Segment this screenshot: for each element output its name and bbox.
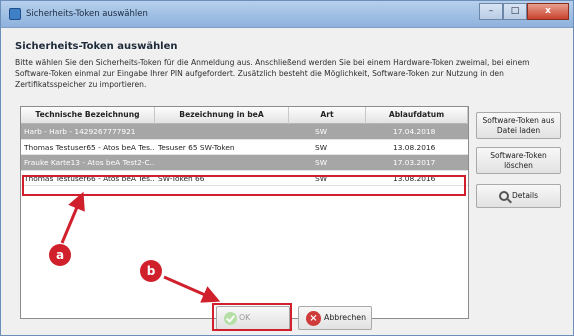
ok-button[interactable]: OK xyxy=(216,306,290,330)
cell-tech: Thomas Testuser65 - Atos beA Tes... xyxy=(24,142,155,152)
magnifier-icon xyxy=(498,191,509,201)
cell-art: SW xyxy=(315,158,327,168)
cell-bea xyxy=(155,155,289,170)
check-icon xyxy=(224,312,237,325)
delete-software-token-button[interactable]: Software-Token löschen xyxy=(476,147,561,174)
annotation-marker-b: b xyxy=(140,260,162,282)
column-header-bea[interactable]: Bezeichnung in beA xyxy=(155,107,289,124)
token-table: Technische Bezeichnung Bezeichnung in be… xyxy=(20,106,469,319)
table-header: Technische Bezeichnung Bezeichnung in be… xyxy=(21,107,468,124)
cell-art: SW xyxy=(315,127,327,136)
table-row[interactable]: Harb - Harb - 1429267777921 SW 17.04.201… xyxy=(21,124,468,140)
cell-art: SW xyxy=(315,173,327,183)
ok-label: OK xyxy=(239,313,251,322)
cell-date: 13.08.2016 xyxy=(393,142,436,152)
table-row[interactable]: Thomas Testuser65 - Atos beA Tes... Tesu… xyxy=(21,139,468,156)
cell-bea: SW-Token 66 xyxy=(158,173,205,183)
details-button[interactable]: Details xyxy=(476,184,561,208)
cell-art: SW xyxy=(315,142,327,152)
cell-date: 17.04.2018 xyxy=(393,127,436,136)
title-bar[interactable]: Sicherheits-Token auswählen – □ x xyxy=(1,1,573,28)
window-controls: – □ x xyxy=(479,3,569,20)
cancel-button[interactable]: × Abbrechen xyxy=(298,306,372,330)
load-button-line2: Datei laden xyxy=(496,126,541,135)
annotation-marker-a: a xyxy=(49,244,71,266)
details-label: Details xyxy=(511,191,538,200)
load-button-line1: Software-Token aus xyxy=(482,116,555,125)
dialog-heading: Sicherheits-Token auswählen xyxy=(15,41,178,52)
cell-tech: Harb - Harb - 1429267777921 xyxy=(24,127,136,136)
cell-date: 13.08.2016 xyxy=(393,173,436,183)
cancel-icon: × xyxy=(306,311,321,326)
dialog-description: Bitte wählen Sie den Sicherheits-Token f… xyxy=(15,58,530,89)
load-software-token-button[interactable]: Software-Token aus Datei laden xyxy=(476,112,561,139)
table-row[interactable]: Frauke Karte13 - Atos beA Test2-C... SW … xyxy=(21,155,468,171)
cell-bea: Tesuser 65 SW-Token xyxy=(158,142,235,152)
close-button[interactable]: x xyxy=(527,3,569,20)
maximize-button[interactable]: □ xyxy=(503,3,527,20)
dialog-window: Sicherheits-Token auswählen – □ x Sicher… xyxy=(0,0,574,336)
delete-button-line2: löschen xyxy=(504,161,533,170)
delete-button-line1: Software-Token xyxy=(490,151,547,160)
cell-bea xyxy=(155,124,289,139)
table-body: Harb - Harb - 1429267777921 SW 17.04.201… xyxy=(21,124,468,187)
cell-date: 17.03.2017 xyxy=(393,158,436,168)
minimize-button[interactable]: – xyxy=(479,3,503,20)
window-title: Sicherheits-Token auswählen xyxy=(26,9,148,19)
cell-tech: Thomas Testuser66 - Atos beA Tes... xyxy=(24,173,155,183)
column-header-tech[interactable]: Technische Bezeichnung xyxy=(21,107,155,124)
table-row-selected[interactable]: Thomas Testuser66 - Atos beA Tes... SW-T… xyxy=(21,170,468,187)
cancel-label: Abbrechen xyxy=(324,313,367,322)
cell-tech: Frauke Karte13 - Atos beA Test2-C... xyxy=(24,158,155,168)
app-icon xyxy=(9,8,21,20)
column-header-art[interactable]: Art xyxy=(289,107,366,124)
column-header-date[interactable]: Ablaufdatum xyxy=(366,107,468,124)
